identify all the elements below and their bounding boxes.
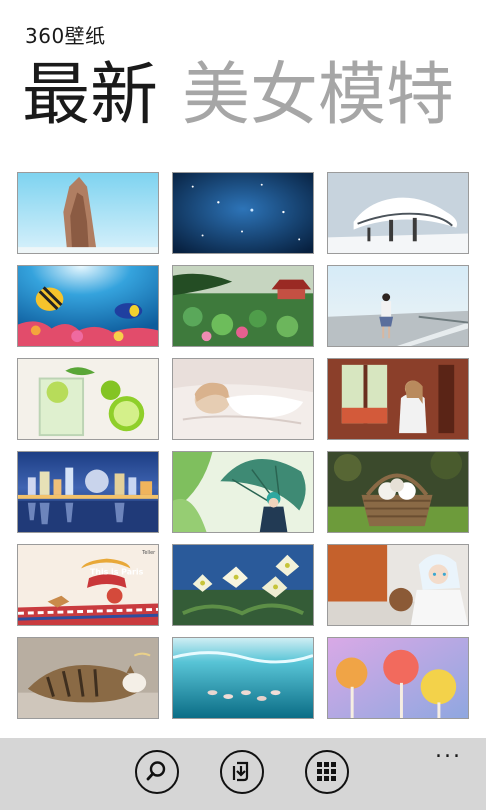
city-skyline-night-wallpaper[interactable] <box>17 451 159 533</box>
white-flowers-wallpaper[interactable] <box>172 544 314 626</box>
girl-at-window-wallpaper[interactable] <box>327 358 469 440</box>
more-options-button[interactable]: ... <box>435 740 462 762</box>
import-icon <box>232 761 249 782</box>
import-button[interactable] <box>220 750 264 794</box>
girl-on-seaside-road-wallpaper[interactable] <box>327 265 469 347</box>
pivot-item-latest[interactable]: 最新 <box>22 56 158 136</box>
grid-button[interactable] <box>305 750 349 794</box>
sleeping-cat-wallpaper[interactable] <box>17 637 159 719</box>
paris-banner-text: This is Paris <box>90 567 144 576</box>
app-title: 360壁纸 <box>25 24 106 48</box>
puppies-in-basket-wallpaper[interactable] <box>327 451 469 533</box>
lotus-pond-pavilion-wallpaper[interactable] <box>172 265 314 347</box>
this-is-paris-illustration-wallpaper[interactable]: Teller This is Paris <box>17 544 159 626</box>
lime-soda-drink-wallpaper[interactable] <box>17 358 159 440</box>
underwater-fish-wallpaper[interactable] <box>172 637 314 719</box>
snowy-pine-tree-wallpaper[interactable] <box>327 172 469 254</box>
girl-with-umbrella-wallpaper[interactable] <box>172 451 314 533</box>
grid-icon <box>317 762 336 781</box>
tropical-fish-reef-wallpaper[interactable] <box>17 265 159 347</box>
search-icon <box>146 761 166 781</box>
rock-pillar-wallpaper[interactable] <box>17 172 159 254</box>
pivot-header: 最新 美女模特 <box>22 56 454 136</box>
pivot-item-models[interactable]: 美女模特 <box>182 56 454 136</box>
svg-text:Teller: Teller <box>141 550 156 556</box>
cosplay-girl-wallpaper[interactable] <box>327 544 469 626</box>
sleeping-girl-bed-wallpaper[interactable] <box>172 358 314 440</box>
search-button[interactable] <box>135 750 179 794</box>
starry-blue-sky-wallpaper[interactable] <box>172 172 314 254</box>
app-bar: ... <box>0 738 486 810</box>
colorful-lollipops-wallpaper[interactable] <box>327 637 469 719</box>
